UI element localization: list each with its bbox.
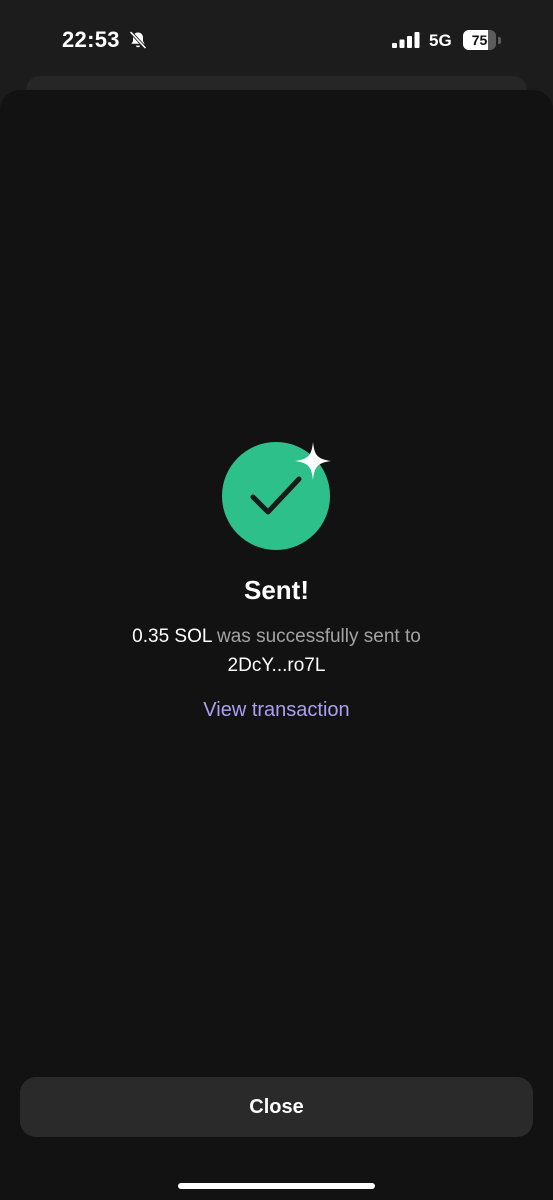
battery-icon: 75 bbox=[463, 30, 501, 50]
check-circle-sparkle-icon bbox=[222, 442, 331, 550]
bell-slash-icon bbox=[129, 31, 147, 49]
signal-icon bbox=[392, 32, 420, 48]
sent-amount: 0.35 SOL bbox=[132, 626, 212, 647]
close-button[interactable]: Close bbox=[20, 1077, 533, 1137]
status-bar: 22:53 5G 75 bbox=[0, 0, 553, 84]
home-indicator[interactable] bbox=[178, 1183, 375, 1189]
view-transaction-link[interactable]: View transaction bbox=[176, 696, 377, 724]
recipient-address: 2DcY...ro7L bbox=[227, 655, 326, 676]
send-success-screen: 22:53 5G 75 Sent! 0.35 SOL was successfu… bbox=[0, 0, 553, 1200]
battery-percent: 75 bbox=[471, 32, 488, 48]
success-message-text: was successfully sent to bbox=[211, 626, 421, 647]
success-message: 0.35 SOL was successfully sent to 2DcY...… bbox=[60, 622, 493, 680]
success-title: Sent! bbox=[244, 575, 309, 605]
status-time: 22:53 bbox=[62, 27, 120, 52]
battery-body: 75 bbox=[463, 30, 496, 50]
network-label: 5G bbox=[429, 31, 452, 50]
battery-cap bbox=[498, 37, 501, 44]
